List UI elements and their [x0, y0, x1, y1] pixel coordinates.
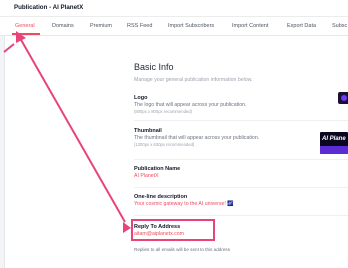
- annotation-arrows: [3, 31, 131, 233]
- annotation-side-line: [3, 43, 15, 53]
- annotation-arrowhead-right: [123, 222, 131, 233]
- annotation-arrow-line: [19, 37, 126, 223]
